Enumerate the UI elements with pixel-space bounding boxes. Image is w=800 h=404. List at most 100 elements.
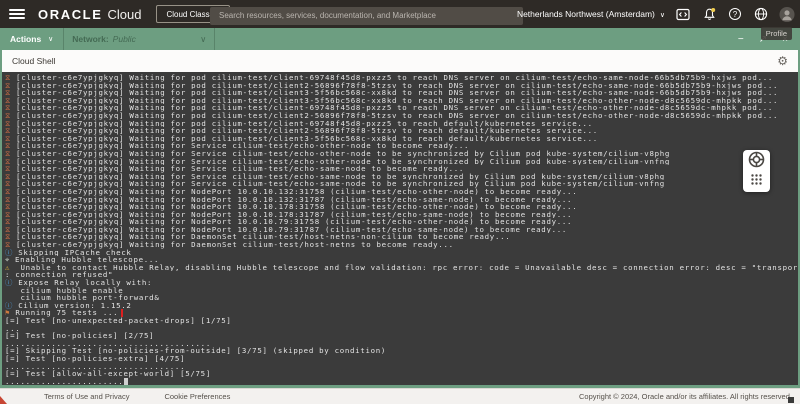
- terminal-line: ⧖ [cluster-c6e7ypjgkyq] Waiting for Daem…: [5, 233, 797, 241]
- terminal-line: ⓘ Cilium version: 1.15.2: [5, 302, 797, 310]
- actions-dropdown[interactable]: Actions ∨: [0, 28, 63, 50]
- profile-tooltip: Profile: [761, 27, 792, 40]
- terminal-line: [=] Test [allow-all-except-world] [5/75]: [5, 370, 797, 378]
- wait-icon: ⧖: [5, 104, 16, 112]
- terminal-line: ⧖ [cluster-c6e7ypjgkyq] Waiting for Serv…: [5, 150, 797, 158]
- network-label: Network:: [72, 34, 108, 44]
- terminal-line: .......................: [5, 378, 797, 385]
- wait-icon: ⧖: [5, 142, 16, 150]
- terminal-line: ⧖ [cluster-c6e7ypjgkyq] Waiting for pod …: [5, 89, 797, 97]
- terminal-line: cilium hubble enable: [5, 287, 797, 295]
- gear-icon[interactable]: ⚙: [777, 55, 788, 67]
- corner-accent: [0, 396, 7, 404]
- terminal-line: ⧖ [cluster-c6e7ypjgkyq] Waiting for Node…: [5, 188, 797, 196]
- warn-icon: ⚠: [5, 264, 15, 272]
- terminal-line: [=] Test [no-policies] [2/75]: [5, 332, 797, 340]
- terminal-line: ⓘ Skipping IPCache check: [5, 249, 797, 257]
- help-icon[interactable]: ?: [727, 6, 743, 22]
- terminal-line: ...: [5, 325, 797, 333]
- resize-grip[interactable]: [788, 397, 794, 403]
- terminal-line: ⧖ [cluster-c6e7ypjgkyq] Waiting for pod …: [5, 120, 797, 128]
- footer-links: Terms of Use and Privacy Cookie Preferenc…: [44, 392, 230, 401]
- terminal-line: : connection refused": [5, 271, 797, 279]
- wait-icon: ⧖: [5, 233, 16, 241]
- chevron-down-icon: ∨: [200, 34, 206, 45]
- terminal-line: ⧖ [cluster-c6e7ypjgkyq] Waiting for Node…: [5, 211, 797, 219]
- wait-icon: ⧖: [5, 241, 16, 249]
- terminal-line: ⧖ [cluster-c6e7ypjgkyq] Waiting for Serv…: [5, 173, 797, 181]
- minimize-icon[interactable]: −: [738, 34, 744, 45]
- search-input[interactable]: [210, 7, 523, 25]
- wait-icon: ⧖: [5, 120, 16, 128]
- info-icon: ⓘ: [5, 249, 18, 257]
- terminal-line: ⚑ Running 75 tests ...: [5, 309, 797, 317]
- chevron-down-icon: ∨: [660, 11, 665, 19]
- terminal-line: ⧖ [cluster-c6e7ypjgkyq] Waiting for Node…: [5, 196, 797, 204]
- oracle-cloud-logo[interactable]: ORACLE Cloud: [38, 7, 141, 22]
- footer-link-0[interactable]: Terms of Use and Privacy: [44, 392, 129, 401]
- terminal-line: ⧖ [cluster-c6e7ypjgkyq] Waiting for pod …: [5, 104, 797, 112]
- wait-icon: ⧖: [5, 127, 16, 135]
- wait-icon: ⧖: [5, 203, 16, 211]
- logo-cloud-text: Cloud: [108, 7, 142, 22]
- terminal-output[interactable]: ⧖ [cluster-c6e7ypjgkyq] Waiting for pod …: [2, 72, 798, 385]
- wait-icon: ⧖: [5, 180, 16, 188]
- terminal-line: ...................................: [5, 363, 797, 371]
- terminal-line: ⧖ [cluster-c6e7ypjgkyq] Waiting for pod …: [5, 82, 797, 90]
- terminal-line: [=] Test [no-policies-extra] [4/75]: [5, 355, 797, 363]
- actions-label: Actions: [10, 34, 41, 44]
- terminal-line: [=] Skipping Test [no-policies-from-outs…: [5, 347, 797, 355]
- info-icon: ⓘ: [5, 279, 18, 287]
- developer-console-icon[interactable]: [675, 6, 691, 22]
- wait-icon: ⧖: [5, 89, 16, 97]
- wait-icon: ⧖: [5, 135, 16, 143]
- page-action-bar: Actions ∨ Network: Public ∨ − ↗ ×: [0, 28, 800, 50]
- terminal-line: ⧖ [cluster-c6e7ypjgkyq] Waiting for Serv…: [5, 158, 797, 166]
- terminal-line: ⧖ [cluster-c6e7ypjgkyq] Waiting for Serv…: [5, 142, 797, 150]
- wait-icon: ⧖: [5, 173, 16, 181]
- terminal-line: ⧖ [cluster-c6e7ypjgkyq] Waiting for Daem…: [5, 241, 797, 249]
- terminal-line: ⧖ [cluster-c6e7ypjgkyq] Waiting for pod …: [5, 135, 797, 143]
- terminal-line: cilium hubble port-forward&: [5, 294, 797, 302]
- wait-icon: ⧖: [5, 226, 16, 234]
- wait-icon: ⧖: [5, 218, 16, 226]
- terminal-line: ⧖ [cluster-c6e7ypjgkyq] Waiting for pod …: [5, 74, 797, 82]
- wait-icon: ⧖: [5, 150, 16, 158]
- profile-avatar[interactable]: [779, 6, 795, 22]
- footer-link-1[interactable]: Cookie Preferences: [164, 392, 230, 401]
- terminal-line: ⧖ [cluster-c6e7ypjgkyq] Waiting for pod …: [5, 127, 797, 135]
- grid-dots-icon[interactable]: [750, 173, 763, 191]
- cloud-shell-title: Cloud Shell: [12, 56, 55, 66]
- top-navigation-bar: ORACLE Cloud Cloud Classic › Netherlands…: [0, 0, 800, 28]
- wait-icon: ⧖: [5, 165, 16, 173]
- hamburger-menu-icon[interactable]: [9, 9, 25, 19]
- wait-icon: ⧖: [5, 211, 16, 219]
- footer-bar: Terms of Use and Privacy Cookie Preferenc…: [0, 388, 800, 404]
- terminal-cursor: [124, 378, 128, 385]
- logo-oracle-text: ORACLE: [38, 7, 103, 22]
- life-buoy-icon[interactable]: [748, 151, 765, 173]
- network-dropdown[interactable]: Network: Public ∨: [64, 28, 214, 50]
- wait-icon: ⧖: [5, 158, 16, 166]
- floating-widget[interactable]: [743, 150, 770, 192]
- info-icon: ⓘ: [5, 302, 18, 310]
- region-label: Netherlands Northwest (Amsterdam): [517, 9, 655, 19]
- annotation-highlight: ⚑ Running 75 tests ...: [5, 309, 121, 317]
- language-globe-icon[interactable]: [753, 6, 769, 22]
- terminal-line: ⧖ [cluster-c6e7ypjgkyq] Waiting for pod …: [5, 97, 797, 105]
- terminal-line: ⚠ Unable to contact Hubble Relay, disabl…: [5, 264, 797, 272]
- divider: [214, 28, 215, 50]
- terminal-line: ⧖ [cluster-c6e7ypjgkyq] Waiting for pod …: [5, 112, 797, 120]
- cloud-shell-panel: Cloud Shell ⚙ ⧖ [cluster-c6e7ypjgkyq] Wa…: [0, 50, 800, 388]
- region-selector[interactable]: Netherlands Northwest (Amsterdam) ∨: [517, 9, 665, 19]
- terminal-line: ⧖ [cluster-c6e7ypjgkyq] Waiting for Serv…: [5, 180, 797, 188]
- wait-icon: ⧖: [5, 188, 16, 196]
- scope-icon: ⌖: [5, 256, 15, 264]
- copyright-text: Copyright © 2024, Oracle and/or its affi…: [579, 392, 792, 401]
- terminal-line: ⧖ [cluster-c6e7ypjgkyq] Waiting for Node…: [5, 226, 797, 234]
- terminal-line: ⧖ [cluster-c6e7ypjgkyq] Waiting for Node…: [5, 203, 797, 211]
- cloud-shell-header: Cloud Shell ⚙: [2, 50, 798, 72]
- notifications-bell-icon[interactable]: [701, 6, 717, 22]
- run-icon: ⚑: [5, 309, 15, 317]
- terminal-line: [=] Test [no-unexpected-packet-drops] [1…: [5, 317, 797, 325]
